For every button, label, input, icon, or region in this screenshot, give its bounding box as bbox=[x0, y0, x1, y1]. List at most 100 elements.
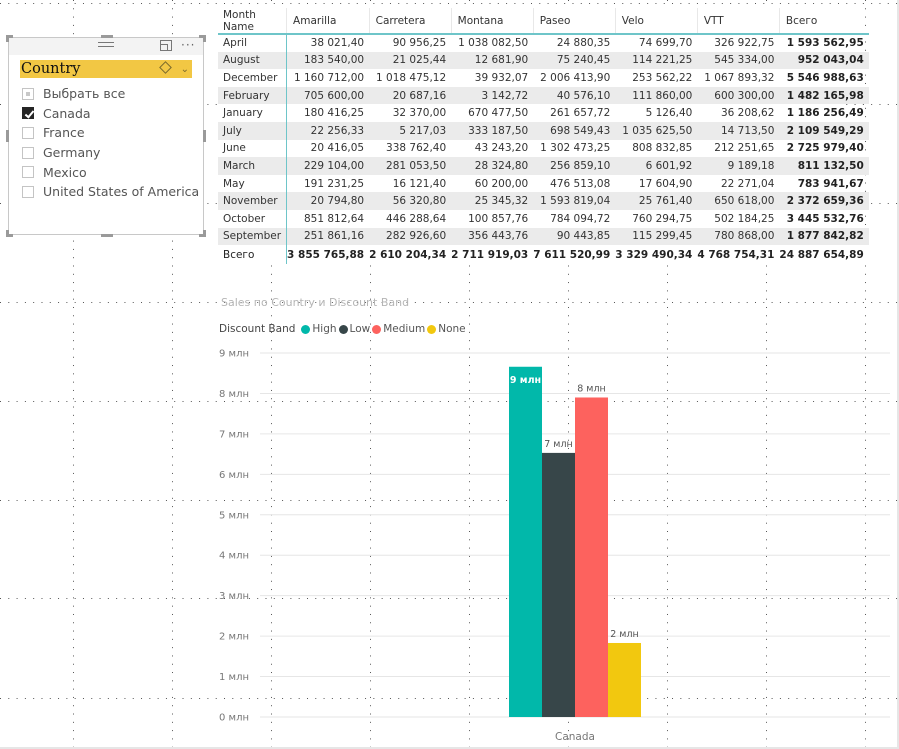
focus-mode-icon[interactable] bbox=[160, 40, 172, 51]
value-cell: 40 576,10 bbox=[533, 86, 616, 105]
value-cell: 212 251,65 bbox=[714, 142, 775, 155]
column-header[interactable]: Month Name bbox=[218, 8, 287, 35]
slicer-item-label: Canada bbox=[43, 105, 91, 121]
value-cell: 851 812,64 bbox=[303, 212, 365, 225]
value-cell: 811 132,50 bbox=[779, 157, 869, 175]
table-row: October 851 812,64 446 288,64 100 857,76 784… bbox=[218, 209, 869, 228]
value-cell: 282 926,60 bbox=[369, 227, 452, 246]
table-row: May 191 231,25 16 121,40 60 200,00 476 513,0… bbox=[218, 174, 869, 193]
row-header-cell: August bbox=[218, 51, 288, 70]
value-cell: 3 445 532,76 bbox=[786, 212, 864, 225]
checkbox[interactable] bbox=[22, 185, 34, 198]
column-header[interactable]: Carretera bbox=[368, 8, 452, 35]
y-tick-label: 9 млн bbox=[219, 349, 249, 360]
data-label: 8 млн bbox=[577, 383, 606, 394]
slicer-item-canada[interactable]: Canada bbox=[22, 104, 199, 124]
value-cell: 1 067 893,32 bbox=[704, 71, 775, 84]
column-header[interactable]: Velo bbox=[614, 8, 698, 35]
more-options-icon[interactable]: ··· bbox=[181, 38, 195, 52]
value-cell: 14 713,50 bbox=[697, 121, 780, 140]
value-cell: 256 859,10 bbox=[533, 157, 616, 175]
value-cell: 75 240,45 bbox=[533, 51, 616, 70]
resize-handle[interactable] bbox=[6, 230, 9, 237]
value-cell: 9 189,18 bbox=[697, 157, 780, 175]
resize-handle[interactable] bbox=[6, 130, 9, 142]
value-cell: 1 302 473,25 bbox=[540, 142, 611, 155]
drag-grip-icon[interactable] bbox=[98, 42, 114, 47]
value-cell: 952 043,04 bbox=[779, 51, 869, 70]
slicer-list: Выбрать все Canada France Germany Mexico… bbox=[22, 84, 199, 202]
column-header[interactable]: Всего bbox=[778, 8, 869, 35]
bar-none[interactable] bbox=[608, 642, 641, 717]
slicer-item-mexico[interactable]: Mexico bbox=[22, 162, 199, 182]
checkbox[interactable] bbox=[22, 166, 34, 179]
value-cell: 2 725 979,40 bbox=[786, 142, 864, 155]
resize-handle[interactable] bbox=[203, 230, 206, 237]
table-row: June 20 416,05 338 762,40 43 243,20 1 302 47… bbox=[218, 139, 869, 158]
value-cell: 25 761,40 bbox=[615, 192, 698, 210]
value-cell: 90 443,85 bbox=[533, 227, 616, 246]
bar-low[interactable] bbox=[542, 452, 575, 717]
checkbox[interactable] bbox=[22, 87, 34, 100]
row-header-cell: May bbox=[218, 174, 288, 193]
y-tick-label: 7 млн bbox=[219, 429, 249, 440]
value-cell: 90 956,25 bbox=[392, 37, 447, 50]
table-row: April 38 021,40 90 956,25 1 038 082,50 24 88… bbox=[218, 34, 869, 52]
matrix-header-row: Month Name Amarilla Carretera Montana Paseo V… bbox=[218, 8, 869, 35]
sales-matrix: Month Name Amarilla Carretera Montana Paseo V… bbox=[218, 8, 869, 265]
value-cell: 784 094,72 bbox=[550, 212, 611, 225]
slicer-item-label: Выбрать все bbox=[43, 86, 126, 102]
value-cell: 2 711 919,03 bbox=[451, 245, 534, 265]
row-header-cell: October bbox=[218, 209, 288, 228]
value-cell: 253 562,22 bbox=[632, 71, 693, 84]
column-header[interactable]: Montana bbox=[450, 8, 534, 35]
value-cell: 1 482 165,98 bbox=[779, 86, 869, 105]
country-slicer[interactable]: ··· Country ⌄ Выбрать все Canada France … bbox=[6, 35, 206, 237]
slicer-item-label: France bbox=[43, 125, 85, 141]
slicer-item-france[interactable]: France bbox=[22, 123, 199, 143]
value-cell: 191 231,25 bbox=[303, 177, 365, 190]
slicer-item-usa[interactable]: United States of America bbox=[22, 182, 199, 202]
value-cell: 21 025,44 bbox=[369, 51, 452, 70]
canvas-grid-line bbox=[0, 3, 899, 4]
value-cell: 281 053,50 bbox=[369, 157, 452, 175]
value-cell: 24 887 654,89 bbox=[779, 245, 869, 265]
value-cell: 261 657,72 bbox=[550, 107, 611, 120]
column-header[interactable]: Paseo bbox=[532, 8, 616, 35]
slicer-item-select-all[interactable]: Выбрать все bbox=[22, 84, 199, 104]
value-cell: 1 593 562,95 bbox=[786, 37, 864, 50]
value-cell: 326 922,75 bbox=[714, 37, 775, 50]
checkbox[interactable] bbox=[22, 107, 34, 120]
resize-handle[interactable] bbox=[203, 35, 206, 42]
value-cell: 2 006 413,90 bbox=[540, 71, 611, 84]
resize-handle[interactable] bbox=[203, 130, 206, 142]
value-cell: 25 345,32 bbox=[451, 192, 534, 210]
value-cell: 3 142,72 bbox=[451, 86, 534, 105]
slicer-item-germany[interactable]: Germany bbox=[22, 143, 199, 163]
value-cell: 22 256,33 bbox=[286, 121, 370, 140]
value-cell: 16 121,40 bbox=[392, 177, 447, 190]
column-header[interactable]: Amarilla bbox=[286, 8, 370, 35]
table-row: November 20 794,80 56 320,80 25 345,32 1 593… bbox=[218, 192, 869, 210]
resize-handle[interactable] bbox=[101, 35, 113, 38]
value-cell: 705 600,00 bbox=[286, 86, 370, 105]
checkbox[interactable] bbox=[22, 126, 34, 139]
column-header[interactable]: VTT bbox=[696, 8, 780, 35]
y-tick-label: 1 млн bbox=[219, 672, 249, 683]
resize-handle[interactable] bbox=[6, 35, 9, 42]
value-cell: 39 932,07 bbox=[474, 71, 529, 84]
clear-selection-icon[interactable] bbox=[159, 61, 172, 74]
slicer-header[interactable]: Country ⌄ bbox=[20, 60, 192, 78]
bar-high[interactable] bbox=[509, 366, 542, 717]
bar-medium[interactable] bbox=[575, 397, 608, 717]
resize-handle[interactable] bbox=[101, 234, 113, 237]
checkbox[interactable] bbox=[22, 146, 34, 159]
value-cell: 3 855 765,88 bbox=[286, 245, 370, 265]
table-row: August 183 540,00 21 025,44 12 681,90 75 240… bbox=[218, 51, 869, 70]
value-cell: 60 200,00 bbox=[474, 177, 529, 190]
value-cell: 24 880,35 bbox=[556, 37, 611, 50]
chevron-down-icon[interactable]: ⌄ bbox=[181, 61, 189, 79]
chart-plot: 0 млн 1 млн 2 млн 3 млн 4 млн 5 млн 6 млн 7 млн… bbox=[219, 349, 890, 743]
value-cell: 6 601,92 bbox=[615, 157, 698, 175]
row-header-cell: June bbox=[218, 139, 288, 158]
